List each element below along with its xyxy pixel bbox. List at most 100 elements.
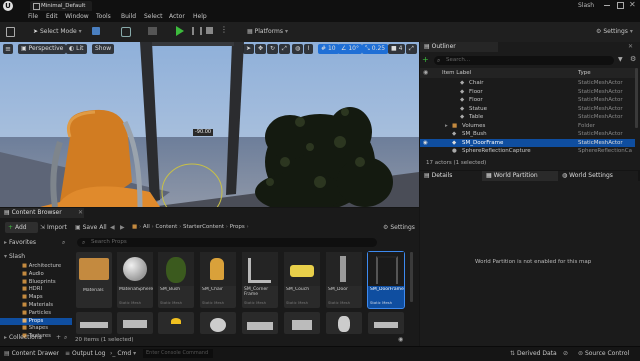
outliner-scrollbar[interactable] bbox=[635, 68, 638, 128]
tab-world-partition[interactable]: ▦ World Partition bbox=[482, 171, 560, 181]
level-tab[interactable]: Minimal_Default bbox=[30, 1, 92, 11]
menu-tools[interactable]: Tools bbox=[96, 12, 111, 21]
outliner-settings-icon[interactable]: ⚙ bbox=[630, 55, 636, 63]
collections-add-icon[interactable]: + bbox=[56, 333, 61, 342]
breadcrumb-props[interactable]: Props bbox=[230, 224, 245, 230]
cmd-dropdown[interactable]: ›_ Cmd ▾ bbox=[110, 349, 136, 358]
tree-item-materials[interactable]: ■ Materials bbox=[0, 302, 72, 310]
favorites-header[interactable]: ▸ Favorites bbox=[4, 238, 36, 247]
revision-control-icon[interactable]: ⊘ bbox=[563, 349, 573, 358]
breadcrumb-startercontent[interactable]: StarterContent bbox=[183, 224, 224, 230]
asset-tile-materials[interactable]: Materials bbox=[76, 252, 112, 308]
viewport-options-button[interactable]: ≡ bbox=[3, 44, 13, 54]
asset-tile[interactable] bbox=[242, 312, 278, 334]
asset-tile-sm-chair[interactable]: SM_Chair Static Mesh bbox=[200, 252, 236, 308]
grid-snap-button[interactable]: # 10 bbox=[318, 44, 339, 54]
derived-data-button[interactable]: ⇅ Derived Data bbox=[510, 349, 557, 358]
surface-snap-icon[interactable]: ⌇ bbox=[304, 44, 313, 54]
rotation-snap-button[interactable]: ∠ 10° bbox=[338, 44, 362, 54]
show-button[interactable]: Show bbox=[92, 44, 115, 54]
asset-tile[interactable] bbox=[326, 312, 362, 334]
asset-search-input[interactable]: ⌕ Search Props bbox=[77, 238, 377, 247]
asset-scrollbar[interactable] bbox=[410, 252, 413, 302]
tree-item-hdri[interactable]: ■ HDRI bbox=[0, 286, 72, 294]
add-content-icon[interactable] bbox=[92, 27, 100, 35]
output-log-button[interactable]: ≡ Output Log bbox=[65, 349, 105, 358]
filter-icon[interactable]: ▼ bbox=[618, 56, 623, 63]
asset-tile-sm-door[interactable]: SM_Door Static Mesh bbox=[326, 252, 362, 308]
select-tool-icon[interactable]: ➤ bbox=[243, 44, 255, 54]
close-icon[interactable]: ✕ bbox=[78, 209, 83, 216]
outliner-row[interactable]: ◆ Floor StaticMeshActor bbox=[420, 96, 635, 105]
content-drawer-button[interactable]: ▤ Content Drawer bbox=[4, 349, 59, 358]
asset-tile[interactable] bbox=[158, 312, 194, 334]
tab-details[interactable]: ▤ Details bbox=[420, 171, 486, 181]
import-button[interactable]: ⇲ Import bbox=[40, 223, 67, 232]
project-root[interactable]: ▾ Slash bbox=[4, 252, 25, 261]
close-icon[interactable]: ✕ bbox=[628, 43, 633, 50]
lit-button[interactable]: ◐ Lit bbox=[66, 44, 87, 54]
rotate-tool-icon[interactable]: ↻ bbox=[267, 44, 279, 54]
cb-settings-button[interactable]: ⚙ Settings bbox=[383, 223, 415, 232]
asset-tile[interactable] bbox=[368, 312, 404, 334]
step-button[interactable] bbox=[192, 27, 202, 35]
asset-tile[interactable] bbox=[200, 312, 236, 334]
settings-dropdown[interactable]: ⚙ Settings ▾ bbox=[593, 26, 640, 37]
tree-item-architecture[interactable]: ■ Architecture bbox=[0, 263, 72, 271]
tree-item-props-selected[interactable]: ■ Props bbox=[0, 317, 72, 326]
outliner-search-input[interactable]: ⌕ Search... bbox=[434, 56, 614, 65]
outliner-row[interactable]: ◆ Table StaticMeshActor bbox=[420, 113, 635, 122]
outliner-row-selected[interactable]: ◉ ◆ SM_DoorFrame StaticMeshActor bbox=[420, 138, 635, 147]
select-mode-dropdown[interactable]: ➤ Select Mode ▾ bbox=[30, 26, 86, 37]
outliner-row[interactable]: ◆ SM_Bush StaticMeshActor bbox=[420, 130, 635, 139]
collections-header[interactable]: ▸ Collections bbox=[4, 333, 42, 342]
view-options-icon[interactable]: ◉ bbox=[398, 335, 403, 344]
camera-speed-button[interactable]: ■ 4 bbox=[388, 44, 406, 54]
tree-item-particles[interactable]: ■ Particles bbox=[0, 310, 72, 318]
maximize-viewport-icon[interactable]: ⤢ bbox=[406, 44, 417, 54]
menu-actor[interactable]: Actor bbox=[169, 12, 185, 21]
asset-tile-materialsphere[interactable]: MaterialSphere Static Mesh bbox=[117, 252, 153, 308]
save-all-button[interactable]: ▣ Save All bbox=[75, 223, 107, 232]
add-button[interactable]: + Add bbox=[5, 222, 38, 233]
more-options-icon[interactable]: ⋮ bbox=[220, 25, 228, 34]
tree-item-shapes[interactable]: ■ Shapes bbox=[0, 325, 72, 333]
forward-icon[interactable]: ▶ bbox=[120, 223, 125, 232]
asset-tile-sm-corner-frame[interactable]: SM_Corner Frame Static Mesh bbox=[242, 252, 278, 308]
outliner-row[interactable]: ◆ Floor StaticMeshActor bbox=[420, 88, 635, 97]
minimize-button[interactable] bbox=[604, 5, 610, 6]
asset-tile-sm-doorframe-selected[interactable]: SM_DoorFrame Static Mesh bbox=[367, 251, 405, 309]
outliner-row[interactable]: ◆ Statue StaticMeshActor bbox=[420, 105, 635, 114]
scale-tool-icon[interactable]: ⤢ bbox=[279, 44, 290, 54]
asset-tile-sm-couch[interactable]: SM_Couch Static Mesh bbox=[284, 252, 320, 308]
translate-tool-icon[interactable]: ✥ bbox=[255, 44, 267, 54]
menu-window[interactable]: Window bbox=[65, 12, 89, 21]
menu-help[interactable]: Help bbox=[193, 12, 207, 21]
outliner-tab[interactable]: ▤ Outliner bbox=[420, 42, 498, 52]
scale-snap-button[interactable]: ⤡ 0.25 bbox=[362, 44, 389, 54]
save-icon[interactable] bbox=[6, 27, 15, 37]
cinematics-icon[interactable] bbox=[148, 27, 157, 35]
tree-item-maps[interactable]: ■ Maps bbox=[0, 294, 72, 302]
column-item-label[interactable]: Item Label bbox=[442, 68, 471, 78]
menu-select[interactable]: Select bbox=[144, 12, 163, 21]
add-actor-icon[interactable]: + bbox=[422, 55, 434, 65]
perspective-button[interactable]: ▣ Perspective bbox=[18, 44, 67, 54]
menu-build[interactable]: Build bbox=[121, 12, 136, 21]
breadcrumb-all[interactable]: All bbox=[143, 224, 150, 230]
blueprint-icon[interactable] bbox=[121, 27, 131, 37]
source-control-button[interactable]: ⊜ Source Control bbox=[578, 349, 629, 358]
play-button[interactable] bbox=[176, 26, 184, 36]
column-type[interactable]: Type bbox=[578, 68, 591, 78]
outliner-row[interactable]: ● SphereReflectionCapture SphereReflecti… bbox=[420, 147, 635, 156]
tree-item-audio[interactable]: ■ Audio bbox=[0, 271, 72, 279]
asset-tile[interactable] bbox=[76, 312, 112, 334]
back-icon[interactable]: ◀ bbox=[110, 223, 115, 232]
asset-tile[interactable] bbox=[284, 312, 320, 334]
asset-tile-sm-bush[interactable]: SM_Bush Static Mesh bbox=[158, 252, 194, 308]
breadcrumb-content[interactable]: Content bbox=[155, 224, 177, 230]
asset-tile[interactable] bbox=[117, 312, 153, 334]
tab-world-settings[interactable]: ◍ World Settings bbox=[558, 171, 638, 181]
menu-edit[interactable]: Edit bbox=[46, 12, 58, 21]
outliner-row[interactable]: ◆ Chair StaticMeshActor bbox=[420, 79, 635, 88]
